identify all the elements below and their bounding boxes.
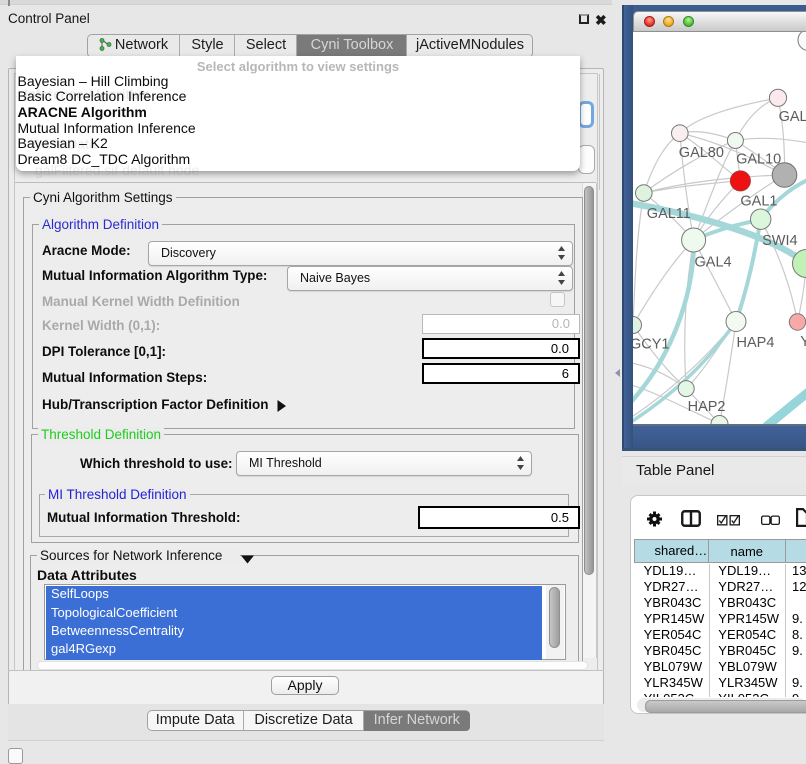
svg-text:SWI4: SWI4 (762, 233, 797, 249)
svg-text:GAL1: GAL1 (740, 194, 777, 210)
svg-text:GAL80: GAL80 (679, 145, 724, 161)
svg-text:GCY1: GCY1 (633, 337, 670, 353)
svg-text:GAL10: GAL10 (736, 152, 781, 168)
svg-text:HAP4: HAP4 (737, 335, 775, 351)
svg-text:HAP2: HAP2 (688, 399, 726, 415)
svg-text:GAL4: GAL4 (695, 255, 732, 271)
svg-text:Y: Y (800, 334, 806, 350)
svg-text:GAL11: GAL11 (647, 206, 691, 222)
svg-text:GAL7: GAL7 (779, 109, 806, 125)
